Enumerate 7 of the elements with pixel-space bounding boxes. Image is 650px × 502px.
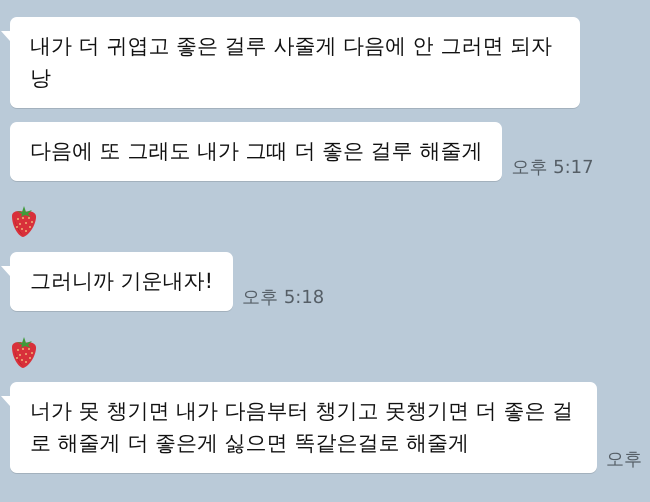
message-bubble: 너가 못 챙기면 내가 다음부터 챙기고 못챙기면 더 좋은 걸로 해줄게 더 좋은게 싫으면 똑같은걸로 해줄게 — [10, 382, 597, 473]
message-bubble: 그러니까 기운내자! — [10, 252, 234, 311]
message-time: 오후 5:18 — [242, 286, 324, 310]
message-time: 오후 — [606, 448, 642, 472]
message-time: 오후 5:17 — [511, 156, 594, 180]
message-bubble: 내가 더 귀엽고 좋은 걸루 사줄게 다음에 안 그러면 되자낭 — [10, 17, 580, 108]
message-bubble: 다음에 또 그래도 내가 그때 더 좋은 걸루 해줄게 — [10, 122, 502, 181]
